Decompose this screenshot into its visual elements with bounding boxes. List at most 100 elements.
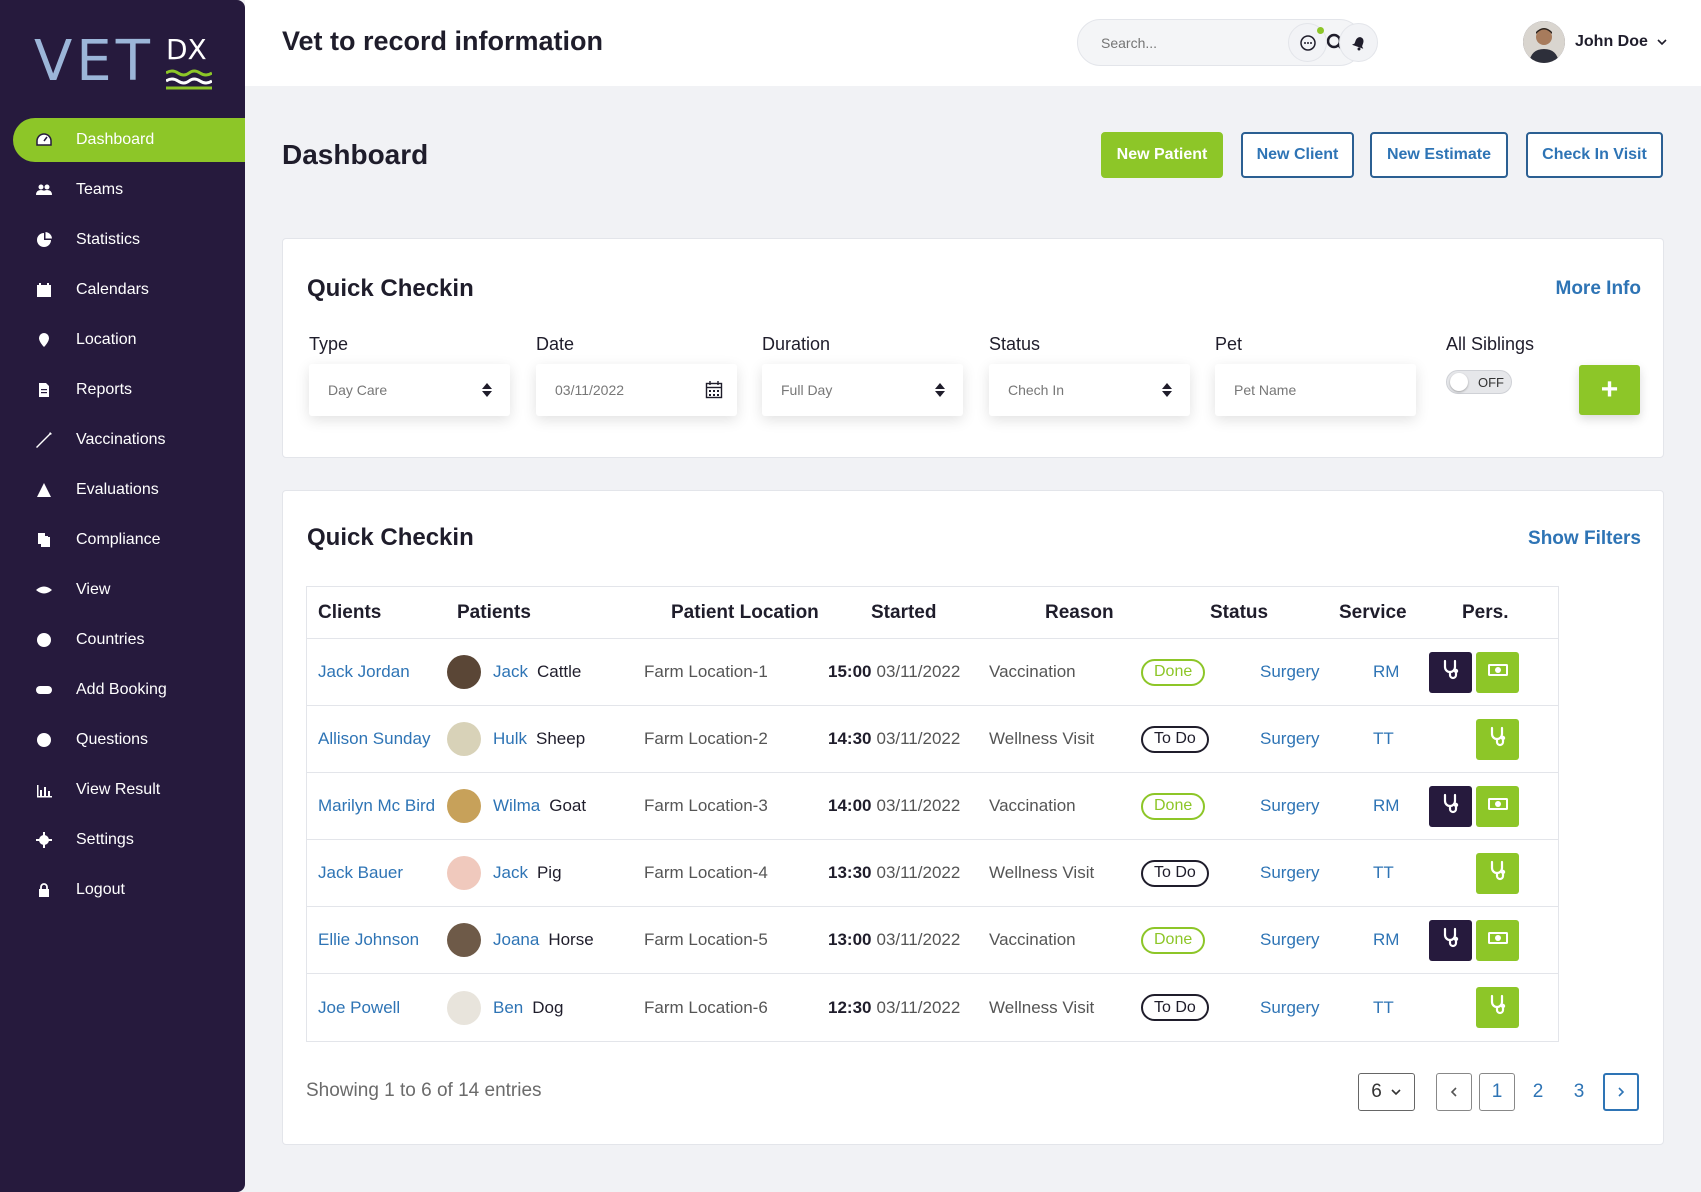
exam-button[interactable] [1429, 786, 1472, 827]
status-badge: To Do [1141, 994, 1209, 1021]
personnel-link[interactable]: RM [1373, 773, 1399, 839]
table-row[interactable]: Jack Jordan Jack Cattle Farm Location-1 15:0… [307, 639, 1558, 706]
document-icon [34, 380, 54, 400]
next-page-button[interactable] [1603, 1073, 1639, 1111]
sidebar-item-vaccinations[interactable]: Vaccinations [0, 418, 245, 462]
teams-icon [34, 180, 54, 200]
client-link[interactable]: Joe Powell [318, 974, 400, 1041]
service-link[interactable]: Surgery [1260, 840, 1320, 906]
exam-button[interactable] [1476, 987, 1519, 1028]
new-patient-button[interactable]: New Patient [1101, 132, 1223, 178]
sidebar-item-teams[interactable]: Teams [0, 168, 245, 212]
sidebar-item-view-result[interactable]: View Result [0, 768, 245, 812]
more-info-link[interactable]: More Info [1556, 278, 1642, 300]
client-link[interactable]: Marilyn Mc Bird [318, 773, 435, 839]
new-client-button[interactable]: New Client [1241, 132, 1354, 178]
per-page-select[interactable]: 6 [1358, 1073, 1415, 1111]
quick-checkin-form-card: Quick Checkin More Info Type Day Care Da… [282, 238, 1664, 458]
pet-name-link[interactable]: Wilma [493, 796, 540, 816]
check-in-visit-button[interactable]: Check In Visit [1526, 132, 1663, 178]
notifications-button[interactable] [1339, 23, 1378, 62]
client-link[interactable]: Ellie Johnson [318, 907, 419, 973]
personnel-link[interactable]: RM [1373, 639, 1399, 705]
patient-location: Farm Location-5 [644, 930, 768, 949]
exam-button[interactable] [1476, 853, 1519, 894]
client-link[interactable]: Allison Sunday [318, 706, 430, 772]
date-label: Date [536, 334, 575, 354]
messages-button[interactable] [1288, 23, 1327, 62]
sidebar-item-view[interactable]: View [0, 568, 245, 612]
personnel-link[interactable]: RM [1373, 907, 1399, 973]
client-link[interactable]: Jack Bauer [318, 840, 403, 906]
service-link[interactable]: Surgery [1260, 773, 1320, 839]
sidebar-item-add-booking[interactable]: Add Booking [0, 668, 245, 712]
pet-name-link[interactable]: Jack [493, 863, 528, 883]
sidebar-item-questions[interactable]: Questions [0, 718, 245, 762]
pet-name-link[interactable]: Joana [493, 930, 539, 950]
reason: Vaccination [989, 930, 1076, 949]
sidebar-item-dashboard[interactable]: Dashboard [13, 118, 245, 162]
personnel-link[interactable]: TT [1373, 974, 1394, 1041]
patient-location: Farm Location-3 [644, 796, 768, 815]
pet-name-link[interactable]: Ben [493, 998, 523, 1018]
reason: Wellness Visit [989, 863, 1095, 882]
sidebar-item-countries[interactable]: Countries [0, 618, 245, 662]
sidebar-item-reports[interactable]: Reports [0, 368, 245, 412]
toggle-knob [1450, 373, 1468, 391]
service-link[interactable]: Surgery [1260, 639, 1320, 705]
sidebar-item-calendars[interactable]: Calendars [0, 268, 245, 312]
sidebar-item-evaluations[interactable]: Evaluations [0, 468, 245, 512]
add-checkin-button[interactable]: + [1579, 365, 1640, 415]
table-row[interactable]: Marilyn Mc Bird Wilma Goat Farm Location-3 1… [307, 773, 1558, 840]
duration-label: Duration [762, 334, 831, 354]
calendar-icon[interactable] [705, 380, 723, 400]
pet-name-link[interactable]: Jack [493, 662, 528, 682]
type-select[interactable]: Day Care [309, 364, 510, 416]
table-row[interactable]: Joe Powell Ben Dog Farm Location-6 12:30 03/1… [307, 974, 1558, 1041]
sidebar-item-location[interactable]: Location [0, 318, 245, 362]
status-label: Status [989, 334, 1041, 354]
payment-button[interactable] [1476, 786, 1519, 827]
pet-name-link[interactable]: Hulk [493, 729, 527, 749]
page-1-button[interactable]: 1 [1479, 1073, 1515, 1111]
started-time: 12:30 [828, 997, 872, 1017]
service-link[interactable]: Surgery [1260, 974, 1320, 1041]
personnel-link[interactable]: TT [1373, 706, 1394, 772]
exam-button[interactable] [1476, 719, 1519, 760]
payment-button[interactable] [1476, 920, 1519, 961]
service-link[interactable]: Surgery [1260, 907, 1320, 973]
exam-button[interactable] [1429, 652, 1472, 693]
sidebar-item-logout[interactable]: Logout [0, 868, 245, 912]
sidebar-item-statistics[interactable]: Statistics [0, 218, 245, 262]
exam-button[interactable] [1429, 920, 1472, 961]
sidebar-item-compliance[interactable]: Compliance [0, 518, 245, 562]
pet-name-input[interactable]: Pet Name [1215, 364, 1416, 416]
all-siblings-toggle[interactable]: OFF [1446, 370, 1512, 394]
client-link[interactable]: Jack Jordan [318, 639, 410, 705]
page-3-button[interactable]: 3 [1561, 1073, 1597, 1111]
date-input[interactable]: 03/11/2022 [536, 364, 737, 416]
sidebar-item-label: Questions [76, 731, 149, 748]
quick-checkin-form-title: Quick Checkin [307, 275, 474, 302]
status-select[interactable]: Chech In [989, 364, 1190, 416]
show-filters-link[interactable]: Show Filters [1528, 528, 1641, 550]
new-estimate-button[interactable]: New Estimate [1370, 132, 1508, 178]
personnel-link[interactable]: TT [1373, 840, 1394, 906]
payment-button[interactable] [1476, 652, 1519, 693]
table-row[interactable]: Ellie Johnson Joana Horse Farm Location-5 13… [307, 907, 1558, 974]
sidebar-item-settings[interactable]: Settings [0, 818, 245, 862]
service-link[interactable]: Surgery [1260, 706, 1320, 772]
stethoscope-icon [1486, 859, 1510, 888]
search-input[interactable] [1078, 34, 1308, 51]
quick-checkin-table-title: Quick Checkin [307, 524, 474, 551]
page-2-button[interactable]: 2 [1520, 1073, 1556, 1111]
pet-species: Cattle [536, 662, 582, 681]
started-time: 15:00 [828, 662, 872, 681]
patient-location: Farm Location-2 [644, 729, 768, 748]
duration-select[interactable]: Full Day [762, 364, 963, 416]
table-row[interactable]: Allison Sunday Hulk Sheep Farm Location-2 14… [307, 706, 1558, 773]
table-row[interactable]: Jack Bauer Jack Pig Farm Location-4 13:30 03/… [307, 840, 1558, 907]
user-menu[interactable]: John Doe [1523, 21, 1668, 63]
vetdx-logo[interactable]: VET DX [34, 34, 214, 90]
prev-page-button[interactable] [1436, 1073, 1472, 1111]
